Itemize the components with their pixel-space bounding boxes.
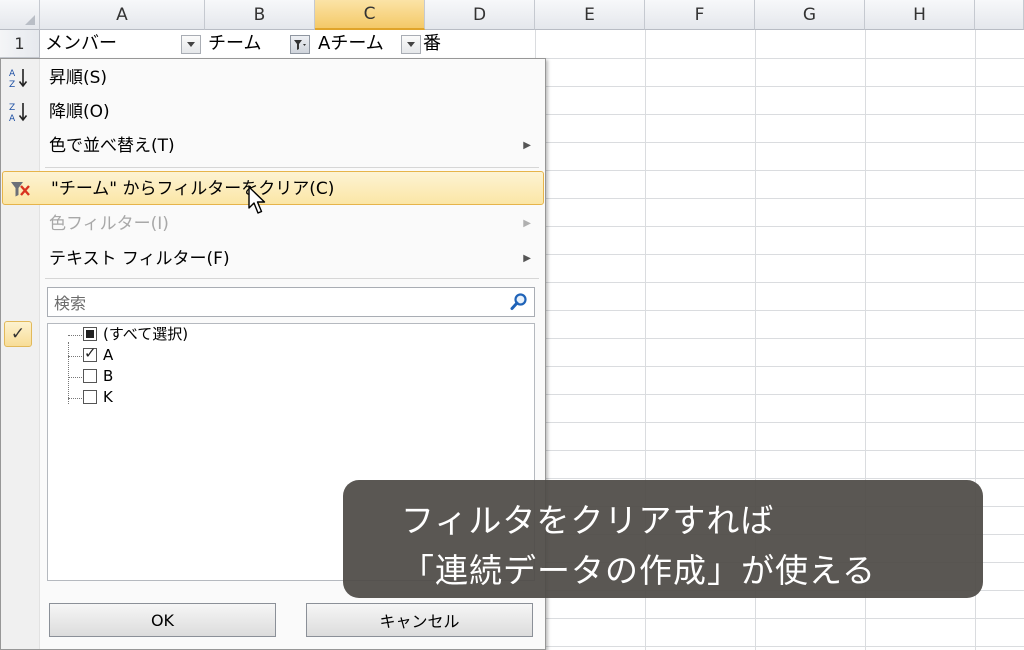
caption-line-2: 「連続データの作成」が使える (401, 551, 877, 590)
column-header-a[interactable]: A (40, 0, 205, 30)
cell-c1[interactable]: Aチーム (318, 30, 384, 58)
menu-separator (45, 167, 539, 168)
column-header-c[interactable]: C (315, 0, 425, 30)
tree-connector (68, 398, 82, 399)
chevron-down-icon (187, 42, 195, 47)
menu-item-label: 昇順(S) (49, 68, 108, 88)
row-header-1[interactable]: 1 (0, 30, 40, 58)
sort-descending-icon: Z A (9, 103, 28, 123)
column-header-g[interactable]: G (755, 0, 865, 30)
submenu-arrow-icon: ▶ (523, 253, 531, 264)
clear-filter-icon (11, 182, 30, 197)
menu-item-sort-descending[interactable]: Z A 降順(O) (1, 95, 545, 129)
menu-item-sort-ascending[interactable]: A Z 昇順(S) (1, 61, 545, 95)
list-item-label: K (103, 388, 113, 406)
menu-item-clear-filter[interactable]: "チーム" からフィルターをクリア(C) (2, 171, 544, 205)
cancel-button[interactable]: キャンセル (306, 603, 533, 637)
menu-item-color-filter[interactable]: 色フィルター(I) ▶ (1, 207, 545, 241)
caption-line-1: フィルタをクリアすれば (401, 501, 775, 540)
filter-search-box[interactable] (47, 287, 535, 318)
filter-dropdown-b[interactable] (290, 35, 310, 54)
sort-ascending-icon: A Z (9, 69, 28, 89)
chevron-down-icon (407, 42, 415, 47)
svg-text:Z: Z (9, 103, 15, 113)
filter-active-icon (294, 39, 306, 50)
menu-item-label: 色フィルター(I) (49, 214, 169, 234)
menu-separator (45, 278, 539, 279)
cell-a1[interactable]: メンバー (45, 30, 117, 58)
tutorial-caption: フィルタをクリアすれば 「連続データの作成」が使える (343, 480, 983, 598)
list-item-label: A (103, 346, 114, 364)
submenu-arrow-icon: ▶ (523, 140, 531, 151)
checkbox-checked[interactable] (83, 344, 97, 362)
svg-text:A: A (9, 114, 16, 123)
column-header-next[interactable] (975, 0, 1024, 30)
column-header-d[interactable]: D (425, 0, 535, 30)
checkmark-icon: ✓ (4, 321, 32, 347)
tree-connector (68, 335, 82, 336)
cell-d1[interactable]: 番 (423, 30, 441, 58)
search-input[interactable] (48, 288, 506, 318)
ok-button[interactable]: OK (49, 603, 276, 637)
menu-item-label: 色で並べ替え(T) (49, 136, 175, 156)
svg-text:Z: Z (9, 80, 15, 89)
tree-connector (68, 342, 69, 404)
column-header-f[interactable]: F (645, 0, 755, 30)
menu-item-text-filter[interactable]: テキスト フィルター(F) ▶ (1, 242, 545, 276)
column-header-e[interactable]: E (535, 0, 645, 30)
checkbox-unchecked[interactable] (83, 390, 97, 404)
checkbox-partial[interactable] (83, 327, 97, 341)
menu-item-label: "チーム" からフィルターをクリア(C) (51, 179, 335, 199)
menu-item-sort-by-color[interactable]: 色で並べ替え(T) ▶ (1, 129, 545, 163)
list-item-label: (すべて選択) (103, 325, 189, 343)
svg-text:A: A (9, 69, 16, 79)
mouse-pointer-icon (248, 186, 266, 214)
select-all-corner[interactable] (0, 0, 40, 30)
search-icon (510, 293, 527, 310)
list-item-label: B (103, 367, 114, 385)
tree-connector (68, 356, 82, 357)
checkbox-unchecked[interactable] (83, 369, 97, 383)
menu-item-label: 降順(O) (49, 102, 110, 122)
cell-b1[interactable]: チーム (208, 30, 261, 58)
submenu-arrow-icon: ▶ (523, 218, 531, 229)
filter-dropdown-a[interactable] (181, 35, 201, 54)
tree-connector (68, 377, 82, 378)
column-header-h[interactable]: H (865, 0, 975, 30)
filter-dropdown-c[interactable] (401, 35, 421, 54)
column-header-b[interactable]: B (205, 0, 315, 30)
menu-item-label: テキスト フィルター(F) (49, 249, 230, 269)
